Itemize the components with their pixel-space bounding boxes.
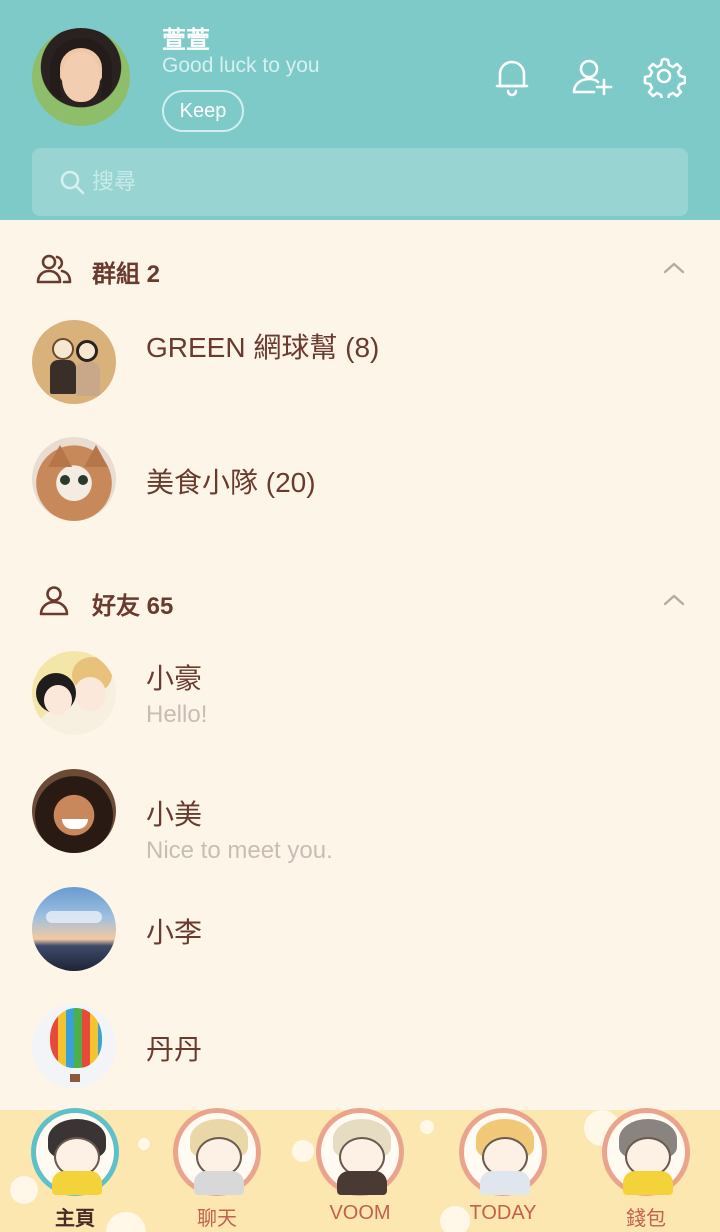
friend-row[interactable]: 小美 Nice to meet you. — [0, 769, 720, 879]
chats-tab-icon — [173, 1108, 261, 1196]
friend-avatar — [32, 887, 116, 971]
groups-section-title: 群組 2 — [92, 261, 161, 288]
group-name: GREEN 網球幫 (8) — [146, 332, 380, 363]
friend-name: 丹丹 — [146, 1034, 203, 1065]
home-tab-icon — [31, 1108, 119, 1196]
gear-icon[interactable] — [642, 54, 687, 102]
chevron-up-icon[interactable] — [660, 586, 688, 614]
friend-row[interactable]: 小豪 Hello! — [0, 651, 720, 761]
voom-tab-icon — [316, 1108, 404, 1196]
tab-voom[interactable]: VOOM — [305, 1094, 415, 1232]
tab-home[interactable]: 主頁 — [20, 1094, 130, 1232]
friends-section-title: 好友 65 — [92, 593, 174, 620]
tab-label: TODAY — [469, 1202, 537, 1224]
group-avatar — [32, 437, 116, 521]
group-row[interactable]: GREEN 網球幫 (8) — [0, 320, 720, 430]
tab-label: VOOM — [329, 1202, 391, 1224]
friend-name: 小豪 — [146, 663, 203, 694]
friends-section-header[interactable]: 好友 65 — [0, 570, 720, 630]
groups-section-header[interactable]: 群組 2 — [0, 238, 720, 298]
friend-avatar — [32, 769, 116, 853]
wallet-tab-icon — [602, 1108, 690, 1196]
friend-status-message: Hello! — [146, 701, 208, 728]
friend-status-message: Nice to meet you. — [146, 837, 333, 864]
friend-name: 小美 — [146, 799, 203, 830]
profile-status-message[interactable]: Good luck to you — [162, 54, 320, 78]
tab-wallet[interactable]: 錢包 — [591, 1094, 701, 1232]
tab-label: 主頁 — [55, 1208, 95, 1230]
chevron-up-icon[interactable] — [660, 254, 688, 282]
keep-button[interactable]: Keep — [162, 90, 244, 132]
search-input[interactable] — [92, 162, 652, 202]
group-avatar — [32, 320, 116, 404]
friend-avatar — [32, 1004, 116, 1088]
today-tab-icon — [459, 1108, 547, 1196]
group-name: 美食小隊 (20) — [146, 467, 316, 498]
tab-today[interactable]: TODAY — [448, 1094, 558, 1232]
search-icon — [60, 170, 85, 195]
add-friend-icon[interactable] — [570, 54, 614, 98]
search-bar[interactable] — [32, 148, 688, 216]
group-row[interactable]: 美食小隊 (20) — [0, 437, 720, 547]
tab-label: 錢包 — [626, 1208, 666, 1230]
friend-name: 小李 — [146, 917, 203, 948]
profile-name[interactable]: 萱萱 — [162, 20, 210, 55]
bell-icon[interactable] — [490, 54, 534, 98]
person-icon — [39, 586, 69, 616]
friend-avatar — [32, 651, 116, 735]
group-icon — [36, 254, 72, 284]
profile-avatar[interactable] — [32, 28, 130, 126]
tab-label: 聊天 — [197, 1208, 237, 1230]
friend-row[interactable]: 小李 — [0, 887, 720, 997]
tab-chats[interactable]: 聊天 — [162, 1094, 272, 1232]
profile-header: 萱萱 Good luck to you Keep — [0, 0, 720, 220]
